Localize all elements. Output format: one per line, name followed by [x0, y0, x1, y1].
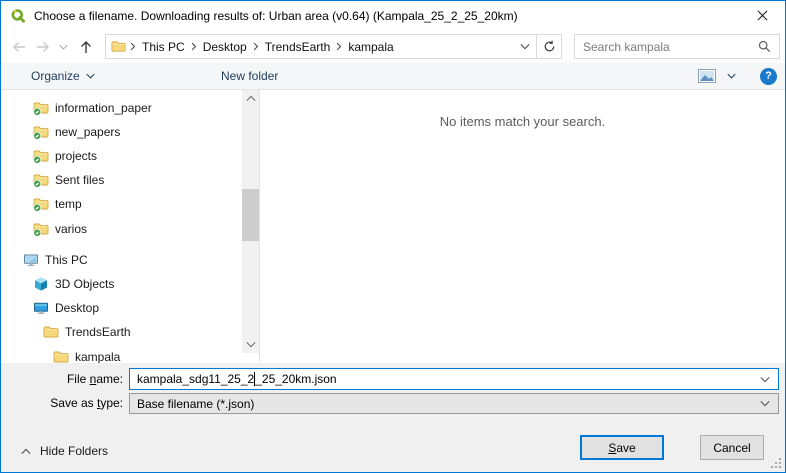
resize-grip-icon[interactable]: [770, 457, 782, 469]
sidebar-item-label: temp: [55, 197, 82, 211]
scrollbar-thumb[interactable]: [242, 189, 259, 241]
search-bar[interactable]: [574, 34, 780, 59]
window-title: Choose a filename. Downloading results o…: [34, 9, 518, 23]
save-as-type-value: Base filename (*.json): [137, 396, 255, 411]
folder-synced-icon: [33, 100, 49, 116]
save-button[interactable]: Save: [580, 435, 664, 460]
desktop-icon: [33, 300, 49, 316]
file-list-pane: No items match your search.: [260, 90, 785, 363]
sidebar-item-varios[interactable]: varios: [33, 217, 87, 241]
hide-folders-label: Hide Folders: [40, 444, 109, 458]
title-bar: Choose a filename. Downloading results o…: [1, 1, 785, 31]
qgis-app-icon: [10, 8, 26, 24]
chevron-right-icon: [336, 42, 342, 51]
sidebar-item-information-paper[interactable]: information_paper: [33, 96, 152, 120]
sidebar-item-label: information_paper: [55, 101, 152, 115]
chevron-up-icon: [246, 95, 256, 102]
folder-synced-icon: [33, 172, 49, 188]
folder-synced-icon: [33, 196, 49, 212]
cube-3d-icon: [33, 276, 49, 292]
refresh-button[interactable]: [536, 34, 562, 59]
chevron-up-icon: [21, 448, 31, 455]
sidebar-item-label: Desktop: [55, 301, 100, 315]
breadcrumb-this-pc[interactable]: This PC: [140, 40, 187, 54]
sidebar-item-this-pc[interactable]: This PC: [23, 248, 88, 272]
navigation-bar: This PC Desktop TrendsEarth kampala: [1, 31, 785, 63]
new-folder-label: New folder: [221, 69, 279, 83]
scroll-down-button[interactable]: [242, 336, 259, 353]
folder-synced-icon: [33, 221, 49, 237]
computer-icon: [23, 252, 39, 268]
save-as-type-select[interactable]: Base filename (*.json): [129, 393, 779, 414]
content-area: information_paper new_papers projects Se…: [1, 90, 785, 364]
address-breadcrumb-bar[interactable]: This PC Desktop TrendsEarth kampala: [105, 34, 537, 59]
sidebar-item-label: new_papers: [55, 125, 121, 139]
sidebar-item-trendsearth[interactable]: TrendsEarth: [43, 320, 131, 344]
recent-locations-chevron-icon[interactable]: [59, 44, 68, 50]
organize-button[interactable]: Organize: [23, 63, 103, 89]
folder-icon: [111, 39, 126, 54]
folder-synced-icon: [33, 148, 49, 164]
breadcrumb-desktop[interactable]: Desktop: [201, 40, 249, 54]
empty-search-message: No items match your search.: [439, 114, 606, 129]
file-name-input[interactable]: kampala_sdg11_25_2 _25_20km.json: [129, 368, 779, 390]
sidebar-item-projects[interactable]: projects: [33, 144, 97, 168]
close-button[interactable]: [740, 1, 785, 30]
folder-synced-icon: [33, 124, 49, 140]
chevron-right-icon: [191, 42, 197, 51]
chevron-down-icon: [86, 73, 95, 79]
breadcrumb-trendsearth[interactable]: TrendsEarth: [263, 40, 333, 54]
save-file-dialog: Choose a filename. Downloading results o…: [0, 0, 786, 473]
file-name-text-before-caret: kampala_sdg11_25_2: [137, 372, 255, 386]
search-input[interactable]: [583, 39, 752, 54]
sidebar-item-3d-objects[interactable]: 3D Objects: [33, 272, 114, 296]
sidebar-item-label: varios: [55, 222, 88, 236]
view-mode-chevron-icon[interactable]: [727, 73, 736, 79]
forward-button-icon[interactable]: [35, 40, 51, 54]
back-button-icon[interactable]: [11, 40, 27, 54]
sidebar-scrollbar[interactable]: [242, 90, 259, 353]
chevron-down-icon[interactable]: [760, 376, 770, 383]
folder-icon: [43, 324, 59, 340]
sidebar-item-new-papers[interactable]: new_papers: [33, 120, 120, 144]
sidebar-item-sent-files[interactable]: Sent files: [33, 168, 104, 192]
sidebar-item-label: Sent files: [55, 173, 105, 187]
sidebar-item-desktop[interactable]: Desktop: [33, 296, 99, 320]
sidebar-item-label: projects: [55, 149, 98, 163]
address-dropdown-chevron-icon[interactable]: [520, 43, 530, 50]
sidebar-item-temp[interactable]: temp: [33, 192, 82, 216]
bottom-panel: File name: kampala_sdg11_25_2 _25_20km.js…: [1, 363, 785, 472]
view-mode-icon[interactable]: [698, 69, 716, 83]
file-name-label: File name:: [66, 372, 123, 386]
close-icon: [757, 10, 768, 21]
scroll-up-button[interactable]: [242, 90, 259, 107]
hide-folders-button[interactable]: Hide Folders: [21, 441, 108, 461]
sidebar-item-label: TrendsEarth: [65, 325, 131, 339]
refresh-icon: [543, 40, 556, 53]
search-icon[interactable]: [758, 40, 771, 53]
up-button-icon[interactable]: [78, 39, 94, 55]
chevron-right-icon: [253, 42, 259, 51]
help-glyph: ?: [765, 70, 772, 82]
chevron-down-icon[interactable]: [760, 400, 770, 407]
sidebar-item-label: This PC: [45, 253, 88, 267]
breadcrumb-kampala[interactable]: kampala: [346, 40, 395, 54]
chevron-right-icon: [130, 42, 136, 51]
file-name-text-after-caret: _25_20km.json: [255, 372, 337, 386]
sidebar-item-label: kampala: [75, 350, 121, 364]
cancel-button[interactable]: Cancel: [700, 435, 764, 460]
chevron-down-icon: [246, 341, 256, 348]
sidebar-item-label: 3D Objects: [55, 277, 115, 291]
command-toolbar: Organize New folder ?: [1, 63, 785, 90]
save-as-type-label: Save as type:: [50, 396, 123, 410]
organize-label: Organize: [31, 69, 80, 83]
help-button[interactable]: ?: [760, 67, 777, 85]
new-folder-button[interactable]: New folder: [213, 63, 286, 89]
cancel-label: Cancel: [713, 440, 751, 455]
